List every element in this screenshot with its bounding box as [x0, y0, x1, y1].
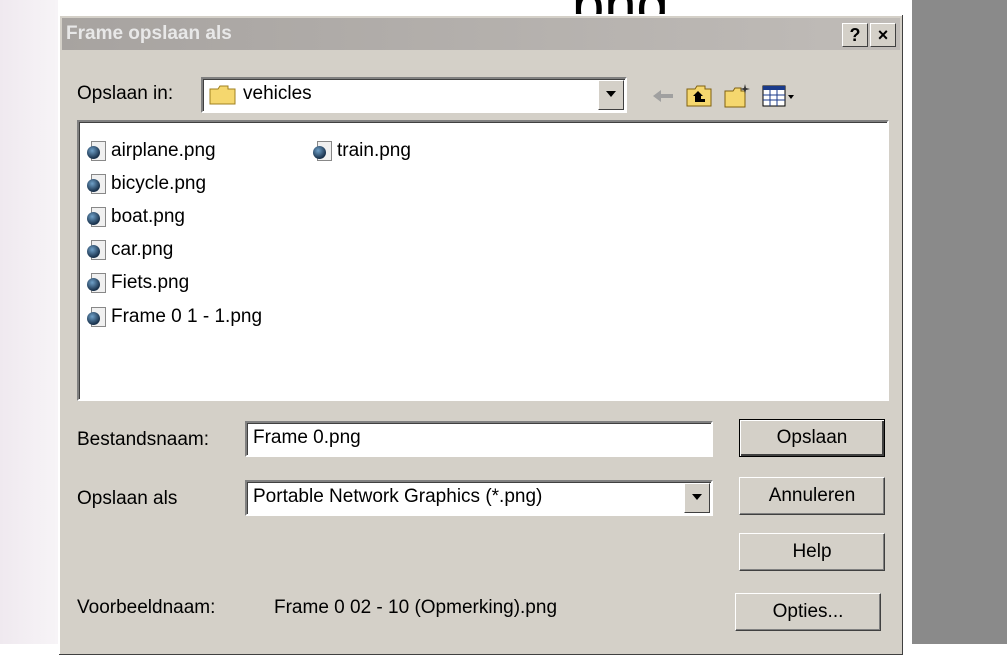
filename-value: Frame 0.png: [253, 427, 361, 448]
png-file-icon: [87, 141, 106, 161]
file-name: boat.png: [111, 206, 185, 227]
options-button[interactable]: Opties...: [735, 593, 881, 631]
filetype-label: Opslaan als: [77, 488, 178, 509]
file-item[interactable]: Fiets.png: [87, 268, 189, 298]
png-file-icon: [87, 273, 106, 293]
file-name: car.png: [111, 239, 174, 260]
file-name: Frame 0 1 - 1.png: [111, 306, 263, 327]
png-file-icon: [87, 307, 106, 327]
filetype-dropdown-button[interactable]: [684, 483, 710, 513]
file-item[interactable]: airplane.png: [87, 136, 216, 166]
file-list[interactable]: airplane.png bicycle.png boat.png car.pn…: [77, 120, 889, 401]
png-file-icon: [87, 207, 106, 227]
png-file-icon: [313, 141, 332, 161]
dialog-title: Frame opslaan als: [66, 23, 232, 44]
file-name: airplane.png: [111, 140, 216, 161]
png-file-icon: [87, 240, 106, 260]
filetype-combo[interactable]: Portable Network Graphics (*.png): [245, 480, 713, 516]
filename-label: Bestandsnaam:: [77, 429, 210, 450]
close-button[interactable]: ×: [870, 23, 896, 47]
file-item[interactable]: train.png: [313, 136, 411, 166]
save-in-combo[interactable]: vehicles: [201, 77, 627, 113]
save-in-dropdown-button[interactable]: [598, 80, 624, 110]
help-button[interactable]: Help: [739, 533, 885, 571]
background-right: [912, 0, 1007, 644]
file-item[interactable]: Frame 0 1 - 1.png: [87, 302, 262, 332]
help-title-button[interactable]: ?: [842, 23, 868, 47]
save-in-value: vehicles: [243, 83, 312, 104]
preview-value: Frame 0 02 - 10 (Opmerking).png: [274, 597, 558, 618]
up-folder-icon[interactable]: [685, 82, 713, 110]
file-name: bicycle.png: [111, 173, 207, 194]
preview-label: Voorbeeldnaam:: [77, 597, 216, 618]
filetype-value: Portable Network Graphics (*.png): [253, 486, 543, 507]
file-item[interactable]: boat.png: [87, 202, 185, 232]
cancel-button[interactable]: Annuleren: [739, 477, 885, 515]
file-item[interactable]: car.png: [87, 235, 173, 265]
save-in-label: Opslaan in:: [77, 83, 174, 104]
png-file-icon: [87, 174, 106, 194]
background-left: [0, 0, 58, 644]
file-item[interactable]: bicycle.png: [87, 169, 206, 199]
title-bar: Frame opslaan als ? ×: [62, 18, 900, 50]
file-name: Fiets.png: [111, 272, 190, 293]
file-name: train.png: [337, 140, 411, 161]
folder-icon: [209, 85, 236, 105]
view-menu-icon[interactable]: [761, 82, 797, 110]
back-arrow-icon[interactable]: [649, 82, 677, 110]
filename-input[interactable]: Frame 0.png: [245, 421, 713, 457]
save-button[interactable]: Opslaan: [739, 419, 885, 457]
new-folder-icon[interactable]: [723, 82, 751, 110]
save-dialog: Frame opslaan als ? × Opslaan in: vehicl…: [58, 14, 904, 656]
